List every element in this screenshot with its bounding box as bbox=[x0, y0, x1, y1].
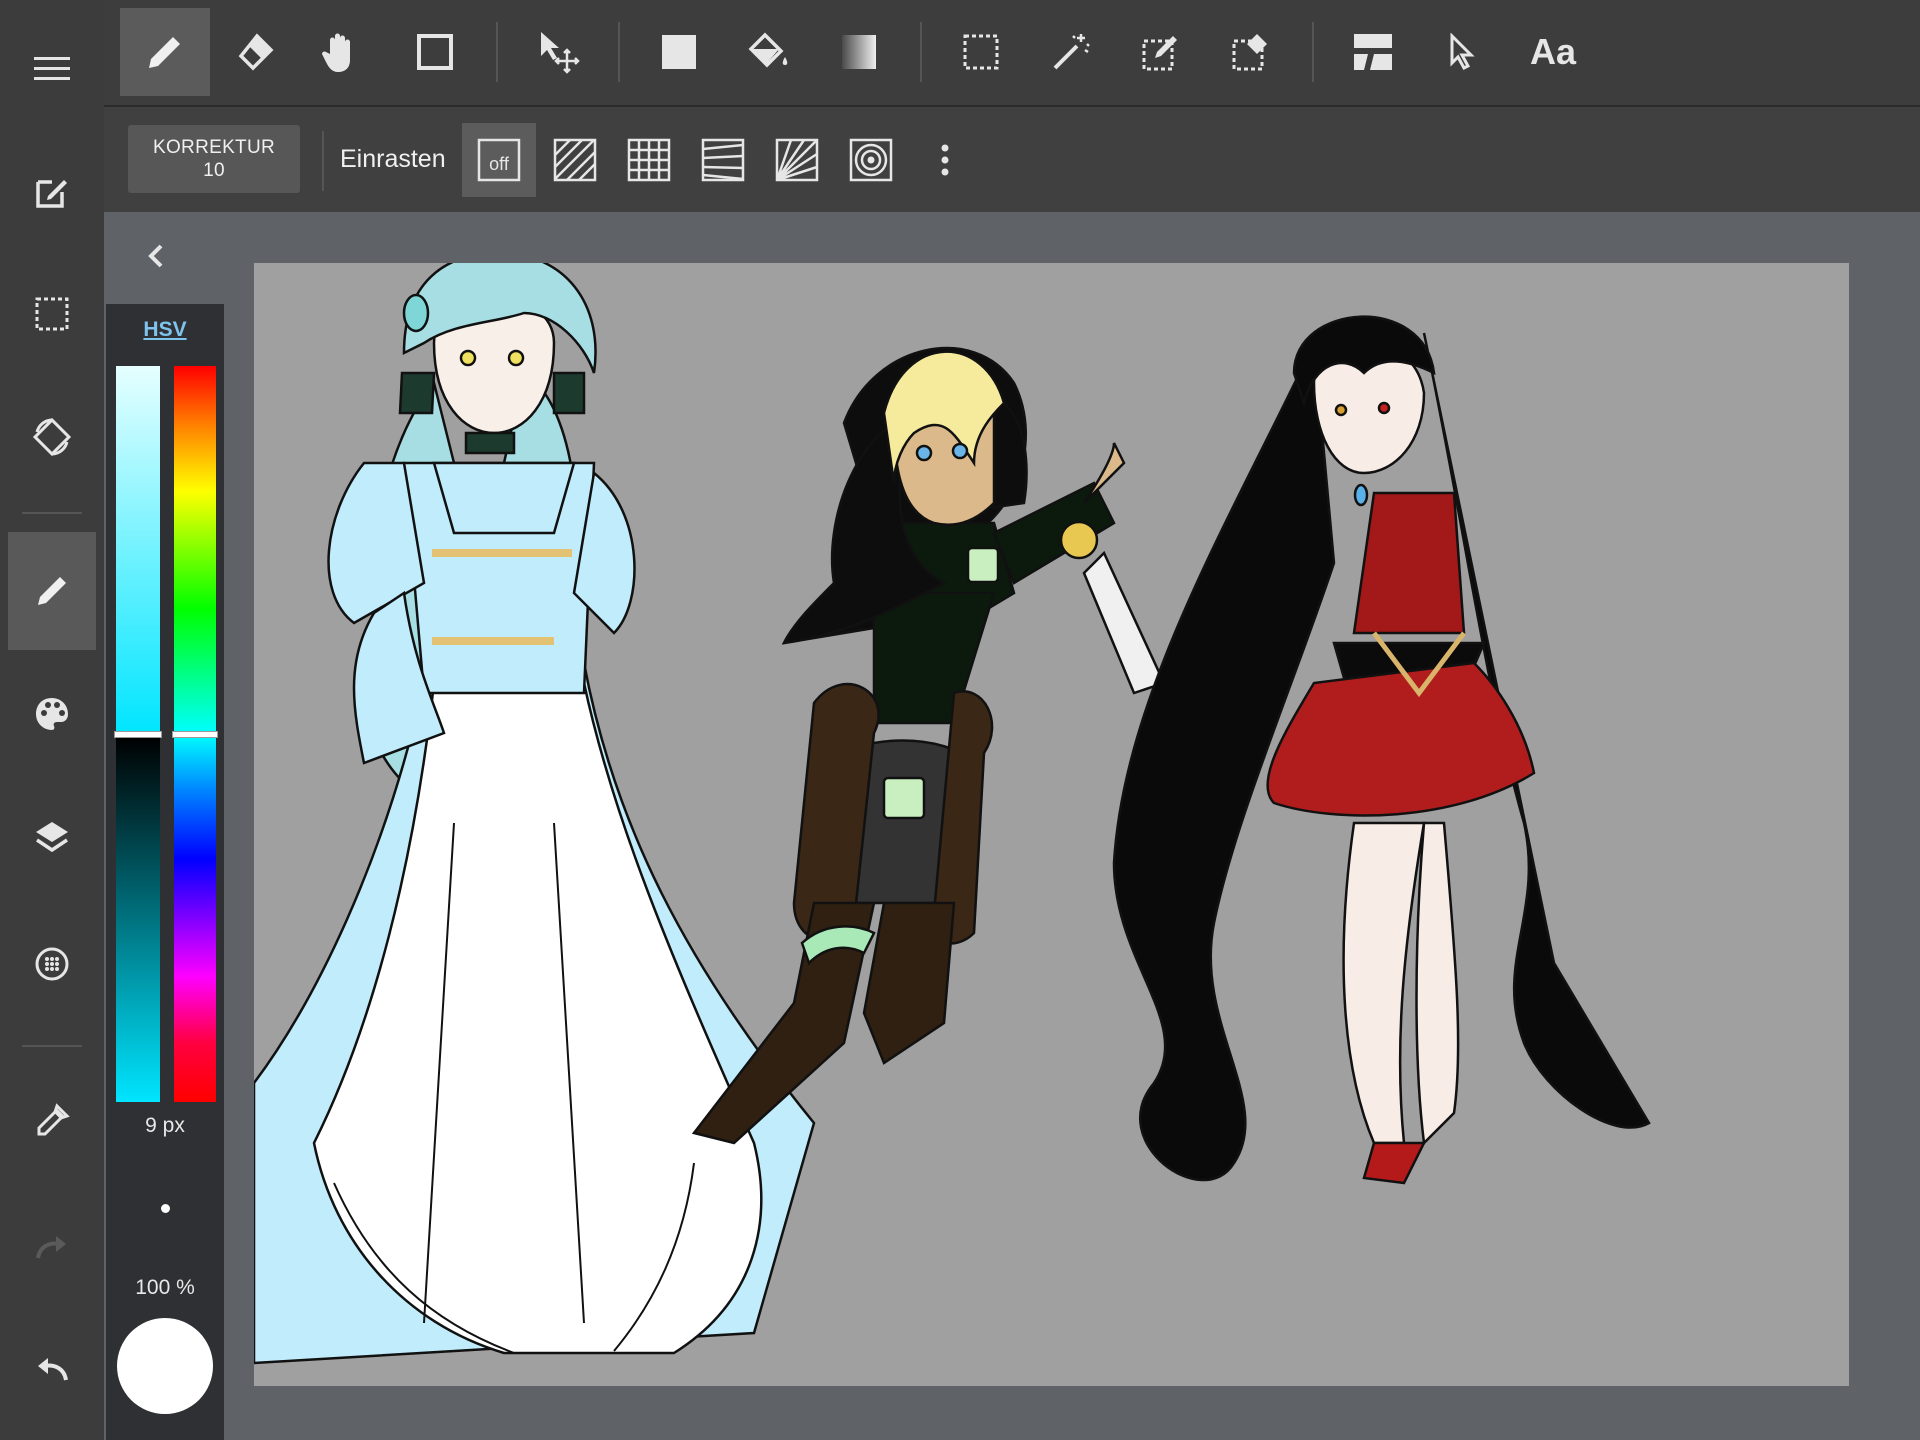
undo-button[interactable] bbox=[8, 1310, 96, 1428]
fill-rect-tool-button[interactable] bbox=[634, 8, 724, 96]
radial-lines-icon bbox=[775, 138, 819, 182]
snap-more-button[interactable] bbox=[908, 123, 982, 197]
snap-off-text: off bbox=[489, 154, 510, 174]
sub-toolbar: KORREKTUR 10 Einrasten off bbox=[104, 107, 1920, 212]
chevron-left-icon bbox=[148, 244, 163, 268]
value-slider-handle[interactable] bbox=[114, 731, 162, 738]
rotate-button[interactable] bbox=[8, 378, 96, 496]
gradient-tool-button[interactable] bbox=[814, 8, 904, 96]
move-icon bbox=[541, 32, 580, 74]
select-pen-tool-button[interactable] bbox=[1116, 8, 1206, 96]
color-panel: HSV 9 px 100 % bbox=[106, 304, 224, 1440]
snap-concentric-button[interactable] bbox=[834, 123, 908, 197]
frame-divider-tool-button[interactable] bbox=[1328, 8, 1418, 96]
snap-label: Einrasten bbox=[340, 145, 446, 173]
eraser-icon bbox=[238, 33, 274, 71]
concentric-circles-icon bbox=[849, 138, 893, 182]
brush-preview-dot bbox=[161, 1204, 170, 1213]
correction-label: KORREKTUR bbox=[153, 137, 275, 158]
selection-eraser-icon bbox=[1232, 34, 1267, 71]
redo-button[interactable] bbox=[8, 1188, 96, 1306]
eyedropper-icon bbox=[37, 1103, 70, 1136]
square-icon bbox=[417, 34, 453, 70]
opacity-label[interactable]: 100 % bbox=[106, 1276, 224, 1300]
toolbar-separator bbox=[496, 22, 498, 82]
edit-button[interactable] bbox=[8, 133, 96, 251]
dashed-select-icon bbox=[35, 297, 69, 331]
selection-button[interactable] bbox=[8, 255, 96, 373]
drawing-canvas[interactable] bbox=[254, 263, 1849, 1386]
snap-off-button[interactable]: off bbox=[462, 123, 536, 197]
gradient-icon bbox=[842, 35, 876, 69]
frame-divider-icon bbox=[1354, 34, 1392, 70]
brush-tool-button[interactable] bbox=[8, 532, 96, 650]
grid-icon bbox=[627, 138, 671, 182]
paint-bucket-icon bbox=[748, 32, 788, 68]
hand-icon bbox=[322, 33, 350, 72]
top-toolbar: Aa bbox=[104, 0, 1920, 107]
artwork bbox=[254, 263, 1651, 1365]
color-button[interactable] bbox=[8, 655, 96, 773]
perspective-lines-icon bbox=[701, 138, 745, 182]
edit-box-icon bbox=[36, 180, 67, 208]
sub-toolbar-separator bbox=[322, 131, 324, 191]
move-tool-button[interactable] bbox=[514, 8, 604, 96]
text-tool-button[interactable]: Aa bbox=[1508, 8, 1598, 96]
character-hooded-rogue bbox=[691, 346, 1166, 1145]
pen-icon bbox=[149, 37, 180, 68]
hand-tool-button[interactable] bbox=[296, 8, 386, 96]
pen-icon bbox=[38, 577, 66, 605]
selection-pen-icon bbox=[1142, 36, 1177, 71]
pen-tool-button[interactable] bbox=[120, 8, 210, 96]
left-toolbar bbox=[0, 0, 105, 1440]
more-vertical-icon bbox=[941, 144, 949, 176]
shape-tool-button[interactable] bbox=[390, 8, 480, 96]
materials-button[interactable] bbox=[8, 905, 96, 1023]
snap-perspective-button[interactable] bbox=[686, 123, 760, 197]
menu-button[interactable] bbox=[8, 10, 96, 128]
select-eraser-tool-button[interactable] bbox=[1206, 8, 1296, 96]
toolbar-separator bbox=[618, 22, 620, 82]
hsv-tab[interactable]: HSV bbox=[106, 318, 224, 342]
hue-slider-handle[interactable] bbox=[172, 731, 218, 738]
snap-parallel-button[interactable] bbox=[538, 123, 612, 197]
current-color-swatch[interactable] bbox=[117, 1318, 213, 1414]
brush-size-label[interactable]: 9 px bbox=[106, 1114, 224, 1138]
menu-icon bbox=[34, 57, 70, 80]
snap-radial-button[interactable] bbox=[760, 123, 834, 197]
dashed-select-icon bbox=[963, 34, 999, 70]
palette-icon bbox=[36, 698, 68, 730]
snap-grid-button[interactable] bbox=[612, 123, 686, 197]
filled-square-icon bbox=[662, 35, 696, 69]
layers-button[interactable] bbox=[8, 778, 96, 896]
redo-icon bbox=[36, 1236, 66, 1259]
correction-button[interactable]: KORREKTUR 10 bbox=[128, 125, 300, 193]
operation-tool-button[interactable] bbox=[1418, 8, 1508, 96]
toolbar-separator bbox=[920, 22, 922, 82]
globe-icon bbox=[35, 947, 69, 981]
eyedropper-button[interactable] bbox=[8, 1062, 96, 1180]
toolbar-separator bbox=[1312, 22, 1314, 82]
layers-icon bbox=[36, 822, 68, 853]
correction-value: 10 bbox=[203, 160, 225, 181]
character-blue-gown bbox=[254, 263, 816, 1365]
left-separator bbox=[22, 512, 82, 514]
marquee-tool-button[interactable] bbox=[936, 8, 1026, 96]
parallel-lines-icon bbox=[553, 138, 597, 182]
magic-wand-icon bbox=[1053, 34, 1090, 70]
cursor-icon bbox=[1450, 33, 1475, 70]
rotate-icon bbox=[32, 417, 72, 457]
eraser-tool-button[interactable] bbox=[210, 8, 300, 96]
left-separator bbox=[22, 1045, 82, 1047]
undo-icon bbox=[38, 1358, 68, 1381]
snap-off-icon: off bbox=[477, 138, 521, 182]
character-twin-tail bbox=[1112, 315, 1651, 1185]
collapse-panel-button[interactable] bbox=[134, 234, 178, 278]
bucket-tool-button[interactable] bbox=[724, 8, 814, 96]
magic-wand-tool-button[interactable] bbox=[1026, 8, 1116, 96]
